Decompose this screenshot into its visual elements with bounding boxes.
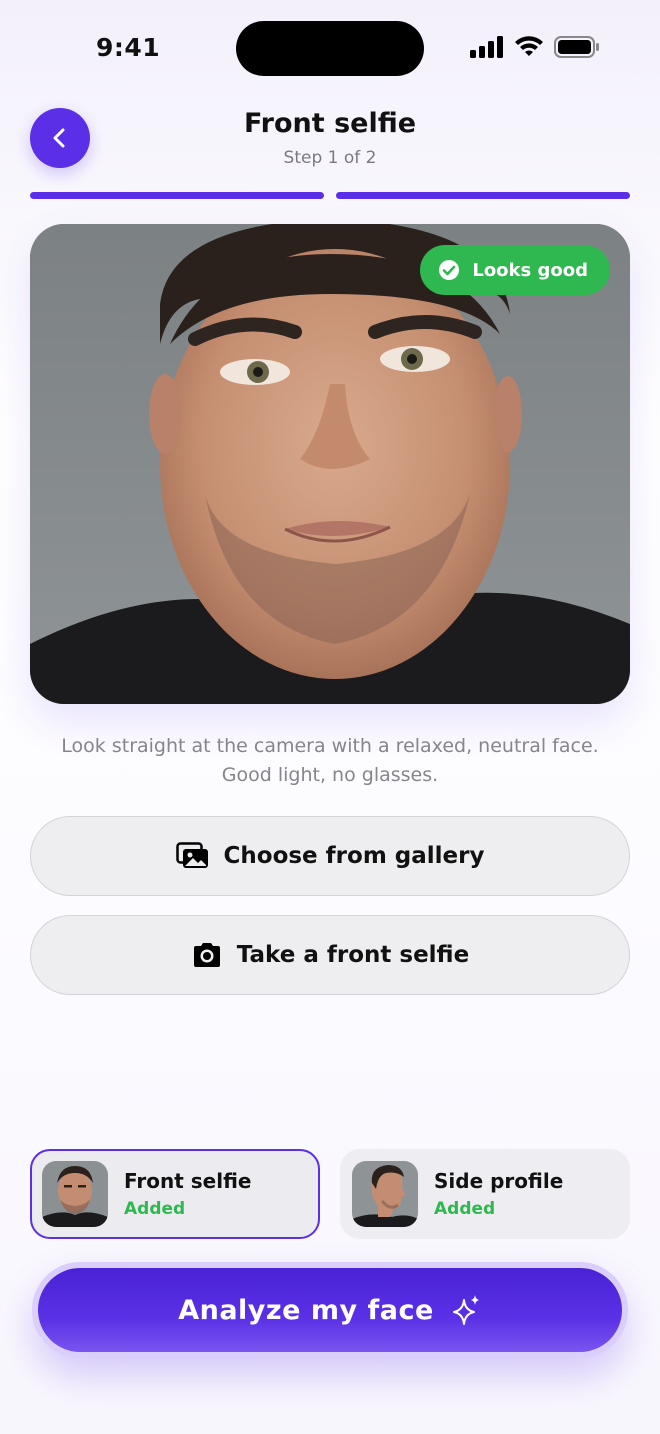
face-photo xyxy=(30,224,630,704)
side-profile-status: Added xyxy=(434,1199,496,1219)
status-time: 9:41 xyxy=(96,33,161,62)
selfie-preview: Looks good xyxy=(30,224,630,704)
front-selfie-status: Added xyxy=(124,1199,186,1219)
page-title: Front selfie xyxy=(243,108,417,139)
analyze-button-wrapper: Analyze my face xyxy=(32,1262,628,1358)
side-profile-thumbnail xyxy=(352,1161,418,1227)
side-profile-title: Side profile xyxy=(434,1169,564,1193)
wifi-icon xyxy=(515,36,543,56)
progress-segment-1 xyxy=(30,192,324,199)
choose-from-gallery-button[interactable]: Choose from gallery xyxy=(30,816,630,896)
status-bar: 9:41 xyxy=(0,0,660,96)
check-circle-icon xyxy=(439,260,460,280)
side-profile-thumbnail-card[interactable]: Side profile Added xyxy=(340,1149,630,1239)
progress-bar xyxy=(30,192,630,199)
instruction-text: Look straight at the camera with a relax… xyxy=(61,735,599,786)
gallery-icon xyxy=(175,842,208,868)
progress-segment-2 xyxy=(336,192,630,199)
quality-badge-label: Looks good xyxy=(472,259,588,281)
status-icons xyxy=(470,36,600,58)
dynamic-island xyxy=(236,21,424,76)
sparkle-icon xyxy=(452,1295,479,1325)
analyze-my-face-label: Analyze my face xyxy=(178,1294,434,1326)
step-indicator: Step 1 of 2 xyxy=(283,148,377,168)
front-selfie-thumbnail xyxy=(42,1161,108,1227)
front-selfie-thumbnail-card[interactable]: Front selfie Added xyxy=(30,1149,320,1239)
camera-icon xyxy=(193,943,220,967)
cellular-signal-icon xyxy=(470,36,503,58)
analyze-my-face-button[interactable]: Analyze my face xyxy=(38,1268,622,1352)
front-selfie-title: Front selfie xyxy=(124,1169,252,1193)
battery-icon xyxy=(554,36,599,58)
quality-badge: Looks good xyxy=(420,245,610,295)
take-front-selfie-button[interactable]: Take a front selfie xyxy=(30,915,630,995)
choose-from-gallery-label: Choose from gallery xyxy=(223,843,485,869)
take-front-selfie-label: Take a front selfie xyxy=(236,942,470,968)
